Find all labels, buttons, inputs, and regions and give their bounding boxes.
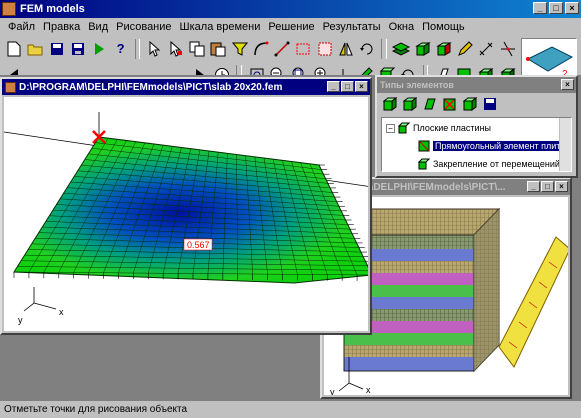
deformed-slab-surface <box>13 136 368 284</box>
slab-window-title: D:\PROGRAM\DELPHI\FEMmodels\PICT\slab 20… <box>2 79 370 95</box>
run-icon[interactable] <box>89 38 109 60</box>
menu-file[interactable]: Файл <box>4 21 39 33</box>
tree-node-displacement-constraint[interactable]: Закрепление от перемещений п <box>418 158 567 170</box>
menu-windows[interactable]: Окна <box>385 21 419 33</box>
menu-results[interactable]: Результаты <box>319 21 385 33</box>
tree-node-label: Прямоугольный элемент плиты <box>433 141 569 151</box>
red-cube-icon[interactable] <box>434 38 454 60</box>
slab-model-window[interactable]: D:\PROGRAM\DELPHI\FEMmodels\PICT\slab 20… <box>0 77 372 335</box>
menu-draw[interactable]: Рисование <box>112 21 175 33</box>
copy-icon[interactable] <box>187 38 207 60</box>
close-button[interactable]: × <box>561 79 574 90</box>
select-pointer-icon[interactable] <box>144 38 164 60</box>
element-types-toolbar <box>377 93 576 115</box>
intersect-icon[interactable] <box>498 38 518 60</box>
element-types-title: Типы элементов <box>377 77 576 93</box>
save-as-icon[interactable] <box>68 38 88 60</box>
toolbar-separator <box>134 38 141 59</box>
tree-node-plates[interactable]: − Плоские пластины <box>386 122 491 134</box>
axis-label-y: y <box>18 315 23 325</box>
tree-expander[interactable]: − <box>386 123 395 133</box>
green-cube-icon[interactable] <box>401 96 419 112</box>
axis-label-x: x <box>366 385 371 395</box>
filter-icon[interactable] <box>230 38 250 60</box>
draw-rect-icon[interactable] <box>293 38 313 60</box>
plate-element-icon[interactable] <box>421 96 439 112</box>
draw-curve-icon[interactable] <box>251 38 271 60</box>
value-label: 0.567 <box>187 240 210 250</box>
green-cube-icon[interactable] <box>381 96 399 112</box>
close-button[interactable]: × <box>555 181 568 192</box>
plate-element-icon <box>418 140 430 152</box>
save-icon[interactable] <box>47 38 67 60</box>
paste-icon[interactable] <box>208 38 228 60</box>
tree-node-rect-plate[interactable]: Прямоугольный элемент плиты <box>418 140 569 152</box>
menu-view[interactable]: Вид <box>84 21 112 33</box>
element-types-panel[interactable]: Типы элементов × − Плоские пластины Прям… <box>375 75 578 178</box>
green-cube-icon[interactable] <box>412 38 432 60</box>
layers-icon[interactable] <box>391 38 411 60</box>
app-icon <box>2 2 16 16</box>
open-folder-icon[interactable] <box>25 38 45 60</box>
draw-line-icon[interactable] <box>272 38 292 60</box>
menu-timescale[interactable]: Шкала времени <box>176 21 265 33</box>
green-cube-icon <box>418 158 430 170</box>
close-button[interactable]: × <box>565 2 579 14</box>
mdi-workspace: ROGRAM\DELPHI\FEMmodels\PICT\... _ □ × y… <box>0 75 581 400</box>
element-types-tree[interactable]: − Плоские пластины Прямоугольный элемент… <box>381 117 572 172</box>
mirror-icon[interactable] <box>336 38 356 60</box>
slab-viewport[interactable]: 0.567 y x <box>4 97 368 331</box>
dimension-icon[interactable] <box>476 38 496 60</box>
draw-box-icon[interactable] <box>315 38 335 60</box>
minimize-button[interactable]: _ <box>533 2 547 14</box>
tree-node-label: Плоские пластины <box>413 123 492 133</box>
toolbar-main: ? <box>0 36 518 61</box>
save-icon[interactable] <box>481 96 499 112</box>
new-file-icon[interactable] <box>4 38 24 60</box>
menu-solve[interactable]: Решение <box>264 21 318 33</box>
axis-label-y: y <box>330 387 335 395</box>
minimize-button[interactable]: _ <box>527 181 540 192</box>
minimize-button[interactable]: _ <box>327 81 340 92</box>
rotate-icon[interactable] <box>357 38 377 60</box>
maximize-button[interactable]: □ <box>549 2 563 14</box>
axis-label-x: x <box>59 307 64 317</box>
green-cube-icon[interactable] <box>461 96 479 112</box>
tree-scrollbar[interactable] <box>559 118 571 171</box>
menu-bar: Файл Правка Вид Рисование Шкала времени … <box>0 18 581 36</box>
help-icon[interactable]: ? <box>110 38 130 60</box>
maximize-button[interactable]: □ <box>541 181 554 192</box>
menu-help[interactable]: Помощь <box>418 21 469 33</box>
app-title: FEM models <box>20 3 85 15</box>
close-button[interactable]: × <box>355 81 368 92</box>
status-text: Отметьте точки для рисования объекта <box>4 404 188 415</box>
app-titlebar: FEM models _ □ × <box>0 0 581 18</box>
toolbar-separator <box>381 38 388 59</box>
slab-drawing: 0.567 y x <box>4 112 368 325</box>
window-icon <box>5 81 16 93</box>
slab-window-title-text: D:\PROGRAM\DELPHI\FEMmodels\PICT\slab 20… <box>19 81 283 93</box>
select-node-icon[interactable] <box>166 38 186 60</box>
green-cube-icon <box>398 122 410 134</box>
tree-node-label: Закрепление от перемещений п <box>433 159 568 169</box>
pencil-icon[interactable] <box>455 38 475 60</box>
maximize-button[interactable]: □ <box>341 81 354 92</box>
status-bar: Отметьте точки для рисования объекта <box>0 400 581 418</box>
delete-element-icon[interactable] <box>441 96 459 112</box>
menu-edit[interactable]: Правка <box>39 21 84 33</box>
